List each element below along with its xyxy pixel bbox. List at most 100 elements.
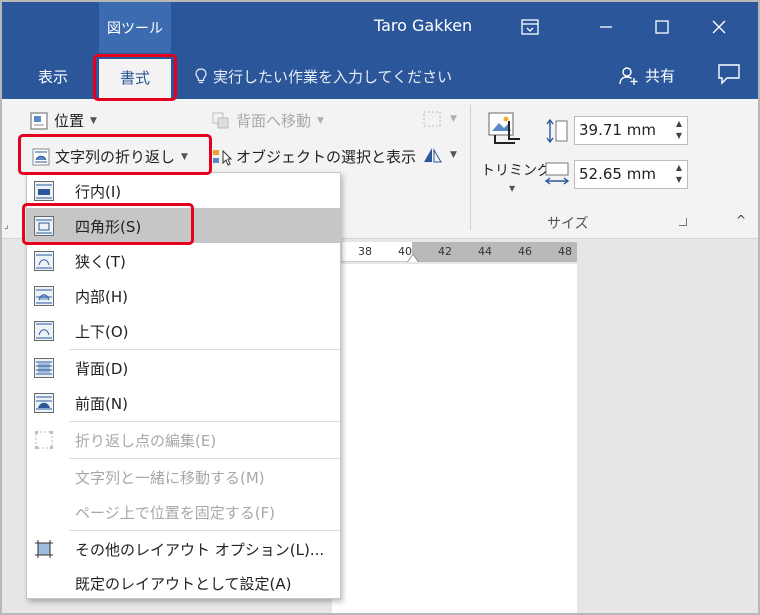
ruler-tick: 38 bbox=[358, 245, 372, 258]
width-input[interactable]: 52.65 mm ▲ ▼ bbox=[574, 160, 688, 189]
wrap-text-menu: 行内(I) 四角形(S) 狭く(T) 内部(H) 上下(O) 背面(D) 前面(… bbox=[26, 172, 341, 599]
picture-tools-context-tab: 図ツール bbox=[99, 2, 171, 53]
menu-item-label: ページ上で位置を固定する(F) bbox=[75, 504, 276, 522]
ruler-tick: 44 bbox=[478, 245, 492, 258]
comments-button[interactable] bbox=[717, 63, 741, 89]
chevron-down-icon: ▼ bbox=[317, 115, 324, 126]
wrap-top-bottom-icon bbox=[34, 321, 54, 341]
chevron-down-icon: ▼ bbox=[450, 150, 457, 160]
minimize-button[interactable] bbox=[586, 10, 626, 44]
picture-tools-label: 図ツール bbox=[107, 21, 163, 37]
selection-pane-button[interactable]: オブジェクトの選択と表示 bbox=[212, 146, 416, 167]
menu-item-label: 上下(O) bbox=[75, 323, 129, 341]
spin-up-icon[interactable]: ▲ bbox=[673, 118, 685, 130]
chevron-down-icon[interactable]: ▼ bbox=[509, 184, 515, 193]
tab-view[interactable]: 表示 bbox=[38, 66, 68, 87]
menu-item-label: 狭く(T) bbox=[75, 253, 126, 271]
menu-item-edit-wrap-points[interactable]: 折り返し点の編集(E) bbox=[27, 422, 340, 457]
rotate-button[interactable]: ▼ bbox=[422, 146, 457, 164]
menu-item-label: その他のレイアウト オプション(L)... bbox=[75, 541, 325, 559]
ruler-margin bbox=[412, 242, 577, 262]
ribbon-display-options-button[interactable] bbox=[510, 10, 550, 44]
chevron-down-icon: ▼ bbox=[450, 114, 457, 124]
menu-item-label: 四角形(S) bbox=[75, 218, 142, 236]
menu-item-label: 既定のレイアウトとして設定(A) bbox=[75, 575, 292, 593]
size-dialog-launcher-icon[interactable] bbox=[679, 218, 687, 226]
lightbulb-icon bbox=[195, 68, 207, 84]
height-input[interactable]: 39.71 mm ▲ ▼ bbox=[574, 116, 688, 145]
ruler-tick: 46 bbox=[518, 245, 532, 258]
height-spinner[interactable]: ▲ ▼ bbox=[673, 118, 685, 143]
spin-down-icon[interactable]: ▼ bbox=[673, 174, 685, 186]
wrap-front-icon bbox=[34, 393, 54, 413]
share-button[interactable]: 共有 bbox=[619, 65, 675, 86]
window-title: Taro Gakken bbox=[374, 16, 473, 35]
menu-item-in-front-of-text[interactable]: 前面(N) bbox=[27, 385, 340, 420]
menu-item-fix-position[interactable]: ページ上で位置を固定する(F) bbox=[27, 494, 340, 529]
menu-item-label: 内部(H) bbox=[75, 288, 128, 306]
wrap-inline-icon bbox=[34, 181, 54, 201]
tab-format[interactable]: 書式 bbox=[99, 59, 171, 99]
ribbon-tab-row: 表示 書式 実行したい作業を入力してください 共有 bbox=[2, 53, 758, 99]
menu-item-more-layout-options[interactable]: その他のレイアウト オプション(L)... bbox=[27, 531, 340, 566]
menu-item-top-bottom[interactable]: 上下(O) bbox=[27, 313, 340, 348]
layout-options-icon bbox=[35, 540, 53, 558]
selection-pane-label: オブジェクトの選択と表示 bbox=[236, 148, 417, 166]
menu-item-label: 背面(D) bbox=[75, 360, 129, 378]
edit-wrap-points-icon bbox=[35, 431, 53, 449]
menu-item-inline[interactable]: 行内(I) bbox=[27, 173, 340, 208]
rotate-icon bbox=[424, 148, 442, 163]
ruler-tick: 48 bbox=[558, 245, 572, 258]
width-icon bbox=[544, 161, 570, 191]
share-label: 共有 bbox=[645, 67, 676, 85]
menu-item-label: 文字列と一緒に移動する(M) bbox=[75, 469, 265, 487]
crop-label[interactable]: トリミング bbox=[481, 160, 551, 180]
crop-icon bbox=[488, 112, 520, 144]
height-icon bbox=[545, 118, 569, 148]
wrap-text-icon bbox=[32, 148, 50, 165]
align-icon bbox=[423, 111, 441, 127]
close-button[interactable] bbox=[699, 10, 739, 44]
minimize-icon bbox=[600, 26, 612, 28]
spin-up-icon[interactable]: ▲ bbox=[673, 162, 685, 174]
send-backward-icon bbox=[212, 112, 229, 128]
group-divider bbox=[470, 105, 471, 230]
title-bar: 図ツール Taro Gakken bbox=[2, 2, 758, 53]
chevron-down-icon: ▼ bbox=[181, 151, 188, 162]
wrap-through-icon bbox=[34, 286, 54, 306]
crop-button[interactable] bbox=[487, 111, 521, 151]
maximize-icon bbox=[655, 20, 669, 34]
width-spinner[interactable]: ▲ ▼ bbox=[673, 162, 685, 187]
collapse-ribbon-icon[interactable]: ^ bbox=[736, 213, 746, 227]
send-backward-button[interactable]: 背面へ移動 ▼ bbox=[212, 110, 324, 131]
spin-down-icon[interactable]: ▼ bbox=[673, 130, 685, 142]
document-page[interactable] bbox=[332, 264, 577, 613]
close-icon bbox=[712, 20, 726, 34]
position-label: 位置 bbox=[54, 112, 85, 130]
height-value: 39.71 mm bbox=[579, 121, 656, 139]
wrap-tight-icon bbox=[34, 251, 54, 271]
menu-item-set-default-layout[interactable]: 既定のレイアウトとして設定(A) bbox=[27, 565, 340, 600]
menu-item-tight[interactable]: 狭く(T) bbox=[27, 243, 340, 278]
comment-icon bbox=[718, 64, 740, 85]
menu-item-label: 前面(N) bbox=[75, 395, 128, 413]
send-backward-label: 背面へ移動 bbox=[236, 112, 312, 130]
position-icon bbox=[30, 112, 48, 129]
wrap-text-label: 文字列の折り返し bbox=[55, 148, 176, 166]
menu-item-label: 折り返し点の編集(E) bbox=[75, 432, 217, 450]
maximize-button[interactable] bbox=[642, 10, 682, 44]
wrap-text-button[interactable]: 文字列の折り返し ▼ bbox=[32, 146, 188, 167]
menu-item-label: 行内(I) bbox=[75, 183, 122, 201]
selection-pane-icon bbox=[213, 149, 232, 166]
position-button[interactable]: 位置 ▼ bbox=[30, 110, 97, 131]
chevron-down-icon: ▼ bbox=[90, 115, 97, 126]
menu-item-square[interactable]: 四角形(S) bbox=[27, 208, 340, 243]
menu-item-move-with-text[interactable]: 文字列と一緒に移動する(M) bbox=[27, 459, 340, 494]
group-dialog-launcher-icon[interactable]: ⌟ bbox=[4, 220, 9, 231]
tell-me-search[interactable]: 実行したい作業を入力してください bbox=[195, 66, 452, 87]
align-button[interactable]: ▼ bbox=[422, 110, 457, 128]
person-add-icon bbox=[619, 66, 638, 85]
menu-item-behind-text[interactable]: 背面(D) bbox=[27, 350, 340, 385]
horizontal-ruler[interactable]: 38 40 42 44 46 48 bbox=[342, 242, 577, 262]
menu-item-through[interactable]: 内部(H) bbox=[27, 278, 340, 313]
